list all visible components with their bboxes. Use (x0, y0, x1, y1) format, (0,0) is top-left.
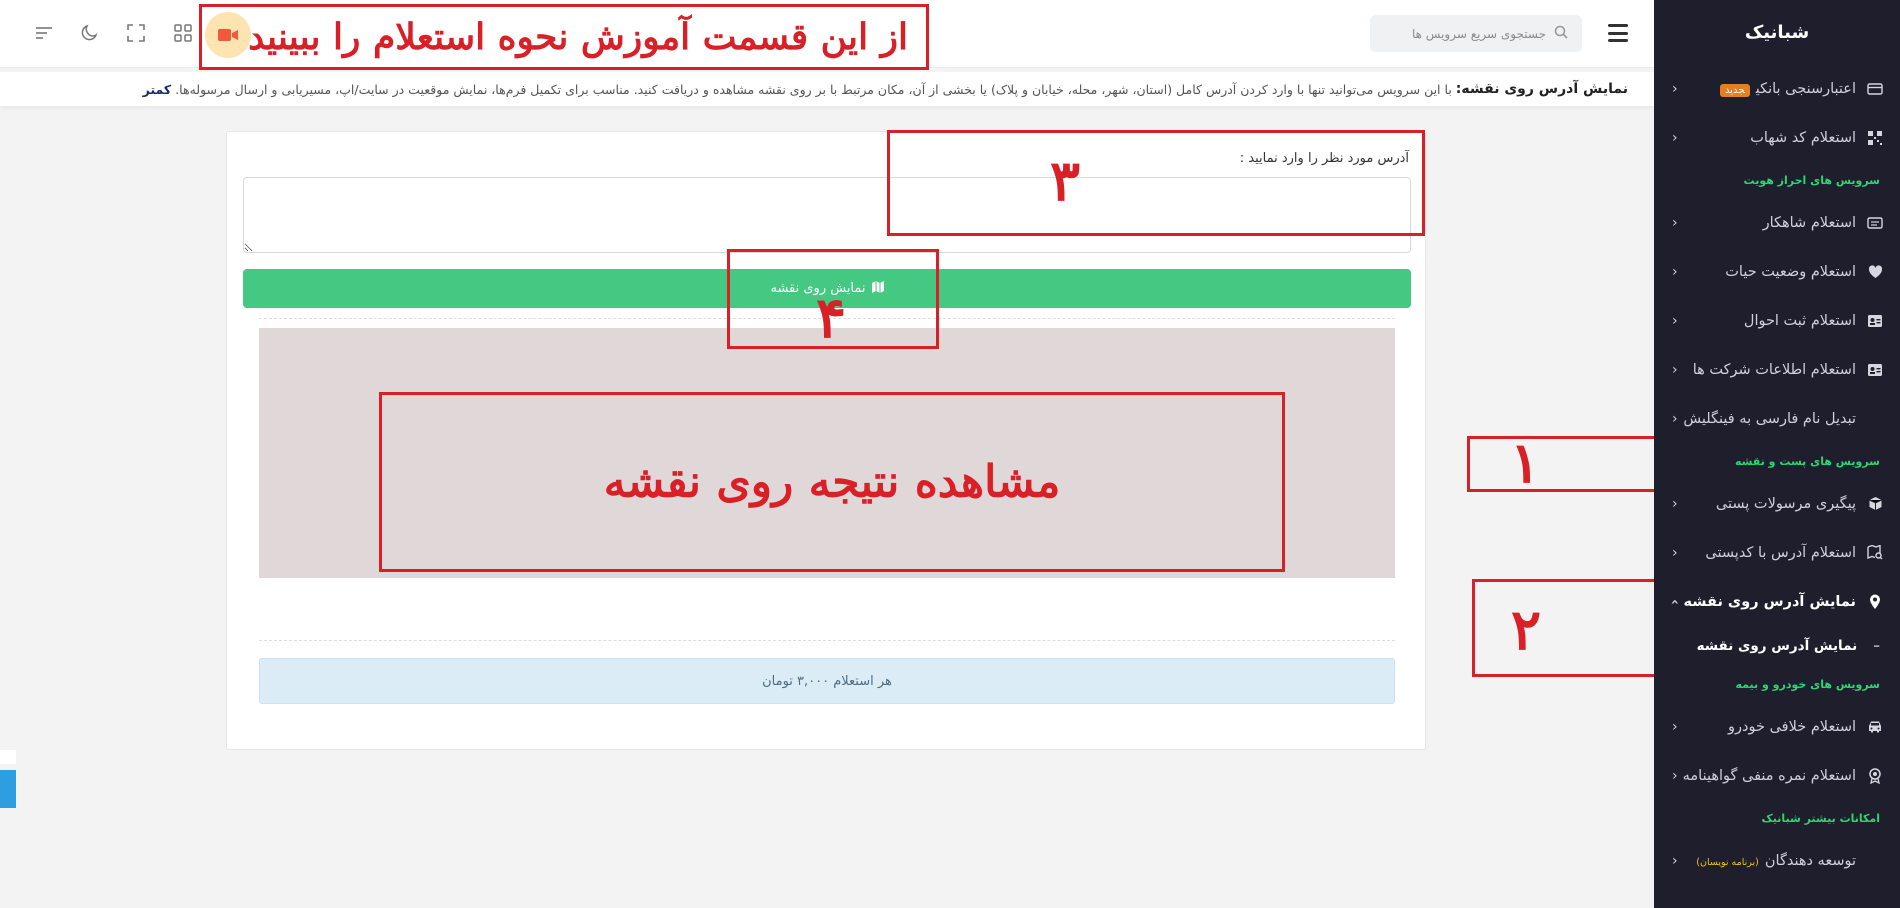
show-on-map-button[interactable]: نمایش روی نقشه (243, 269, 1411, 308)
edge-strip (0, 750, 16, 764)
developer-note: (برنامه نویسان) (1696, 856, 1759, 868)
sidebar-item[interactable]: نمایش آدرس روی نقشه ‹ (1654, 577, 1900, 626)
api-icon: API (1866, 853, 1884, 869)
price-info: هر استعلام ۳,۰۰۰ تومان (259, 658, 1395, 704)
address-textarea[interactable] (243, 177, 1411, 253)
map-result-area[interactable] (259, 328, 1395, 578)
car-icon (1866, 719, 1884, 735)
sidebar-item-label: تبدیل نام فارسی به فینگلیش (1683, 410, 1856, 427)
sidebar-section-heading: امکانات بیشتر شبانیک (1761, 811, 1880, 825)
map-icon (871, 281, 884, 296)
divider (259, 640, 1395, 641)
sidebar-item[interactable]: استعلام ثبت احوال ‹ (1654, 296, 1900, 345)
search-icon (1554, 25, 1568, 43)
sidebar-item[interactable]: استعلام نمره منفی گواهینامه ‹ (1654, 751, 1900, 800)
sidebar-item[interactable]: پیگیری مرسولات پستی ‹ (1654, 479, 1900, 528)
brand-logo[interactable]: شبانیک (1654, 0, 1900, 64)
tutorial-annotation-box: از این قسمت آموزش نحوه استعلام را ببینید… (199, 4, 929, 70)
sidebar-item[interactable]: استعلام آدرس با کدپستی ‹ (1654, 528, 1900, 577)
apps-grid-icon[interactable] (172, 22, 194, 44)
description-title: نمایش آدرس روی نقشه: (1455, 81, 1628, 97)
sidebar-item[interactable]: استعلام خلافی خودرو ‹ (1654, 702, 1900, 751)
package-icon (1866, 496, 1884, 512)
show-on-map-label: نمایش روی نقشه (770, 281, 866, 296)
address-label: آدرس مورد نظر را وارد نمایید : (1239, 151, 1409, 166)
menu-toggle-icon[interactable] (1608, 24, 1628, 42)
sidebar-section-heading: سرویس های احراز هویت (1743, 173, 1880, 187)
sidebar-item-label: نمایش آدرس روی نقشه (1683, 593, 1856, 610)
chevron-left-icon: ‹ (1672, 852, 1678, 869)
chevron-left-icon: ‹ (1672, 495, 1678, 512)
show-less-link[interactable]: کمتر (143, 82, 172, 97)
card-icon (1866, 81, 1884, 97)
sidebar-item[interactable]: استعلام اطلاعات شرکت ها ‹ (1654, 345, 1900, 394)
sidebar-section-heading: سرویس های خودرو و بیمه (1735, 677, 1880, 691)
sidebar-item-label: استعلام نمره منفی گواهینامه (1682, 767, 1856, 784)
fullscreen-icon[interactable] (125, 22, 147, 44)
inquiry-card: آدرس مورد نظر را وارد نمایید : نمایش روی… (226, 131, 1426, 750)
sidebar-item-label: پیگیری مرسولات پستی (1715, 495, 1856, 512)
sidebar-subitem[interactable]: – نمایش آدرس روی نقشه (1654, 626, 1900, 666)
chevron-left-icon: ‹ (1672, 263, 1678, 280)
top-header: از این قسمت آموزش نحوه استعلام را ببینید… (0, 0, 1654, 70)
chevron-left-icon: ‹ (1672, 410, 1678, 427)
support-tab[interactable] (0, 770, 16, 808)
sidebar-item-label: استعلام خلافی خودرو (1728, 718, 1856, 735)
dark-mode-moon-icon[interactable] (79, 22, 101, 44)
tutorial-text: از این قسمت آموزش نحوه استعلام را ببینید… (210, 16, 908, 58)
sidebar-item[interactable]: API توسعه دهندگان(برنامه نویسان) ‹ (1654, 836, 1900, 885)
qr-icon (1866, 130, 1884, 146)
sidebar-item-label: توسعه دهندگان(برنامه نویسان) (1696, 852, 1856, 869)
contact-card-icon (1866, 362, 1884, 378)
chevron-left-icon: ‹ (1666, 598, 1683, 605)
location-pin-icon (1866, 594, 1884, 610)
sidebar-item-label: استعلام اطلاعات شرکت ها (1692, 361, 1856, 378)
contact-card-icon (1866, 313, 1884, 329)
chevron-left-icon: ‹ (1672, 80, 1678, 97)
chevron-left-icon: ‹ (1672, 361, 1678, 378)
sidebar-item-label: استعلام وضعیت حیات (1725, 263, 1856, 280)
chevron-left-icon: ‹ (1672, 129, 1678, 146)
map-search-icon (1866, 545, 1884, 561)
annotation-number-2: ۲ (1511, 597, 1542, 663)
sidebar-item-label: استعلام آدرس با کدپستی (1705, 544, 1856, 561)
chevron-left-icon: ‹ (1672, 544, 1678, 561)
sidebar-item[interactable]: اعتبارسنجی بانکیجدید ‹ (1654, 64, 1900, 113)
sidebar-item[interactable]: استعلام شاهکار ‹ (1654, 198, 1900, 247)
chevron-left-icon: ‹ (1672, 214, 1678, 231)
divider (259, 318, 1395, 319)
abc-icon: abc (1866, 411, 1884, 427)
annotation-number-1: ۱ (1510, 430, 1541, 496)
id-card-icon (1866, 215, 1884, 231)
sidebar-item[interactable]: abc تبدیل نام فارسی به فینگلیش ‹ (1654, 394, 1900, 443)
new-badge: جدید (1719, 83, 1750, 97)
sort-lines-icon[interactable] (33, 22, 55, 44)
sidebar-subitem-label: نمایش آدرس روی نقشه (1696, 638, 1858, 654)
sidebar-section-heading: سرویس های پست و نقشه (1734, 454, 1880, 468)
sidebar-menu: اعتبارسنجی بانکیجدید ‹ استعلام کد شهاب ‹ سرو… (1654, 64, 1900, 885)
dash-icon: – (1873, 638, 1880, 654)
quick-search[interactable] (1370, 15, 1582, 52)
sidebar-item[interactable]: استعلام کد شهاب ‹ (1654, 113, 1900, 162)
sidebar-item-label: اعتبارسنجی بانکیجدید (1678, 81, 1856, 97)
search-input[interactable] (1386, 26, 1546, 41)
sidebar-item[interactable]: استعلام وضعیت حیات ‹ (1654, 247, 1900, 296)
sidebar: شبانیک اعتبارسنجی بانکیجدید ‹ استعلام کد ش… (1654, 0, 1900, 908)
chevron-left-icon: ‹ (1672, 312, 1678, 329)
description-text: با این سرویس می‌توانید تنها با وارد کردن… (175, 81, 1452, 97)
chevron-left-icon: ‹ (1672, 767, 1678, 784)
sidebar-item-label: استعلام کد شهاب (1750, 129, 1856, 146)
heart-icon (1866, 264, 1884, 280)
badge-icon (1866, 767, 1884, 784)
tutorial-video-button[interactable] (205, 12, 251, 58)
chevron-left-icon: ‹ (1672, 718, 1678, 735)
service-description: نمایش آدرس روی نقشه: با این سرویس می‌توا… (0, 72, 1654, 106)
sidebar-item-label: استعلام شاهکار (1762, 214, 1856, 231)
sidebar-item-label: استعلام ثبت احوال (1743, 312, 1856, 329)
video-camera-icon (218, 29, 238, 41)
